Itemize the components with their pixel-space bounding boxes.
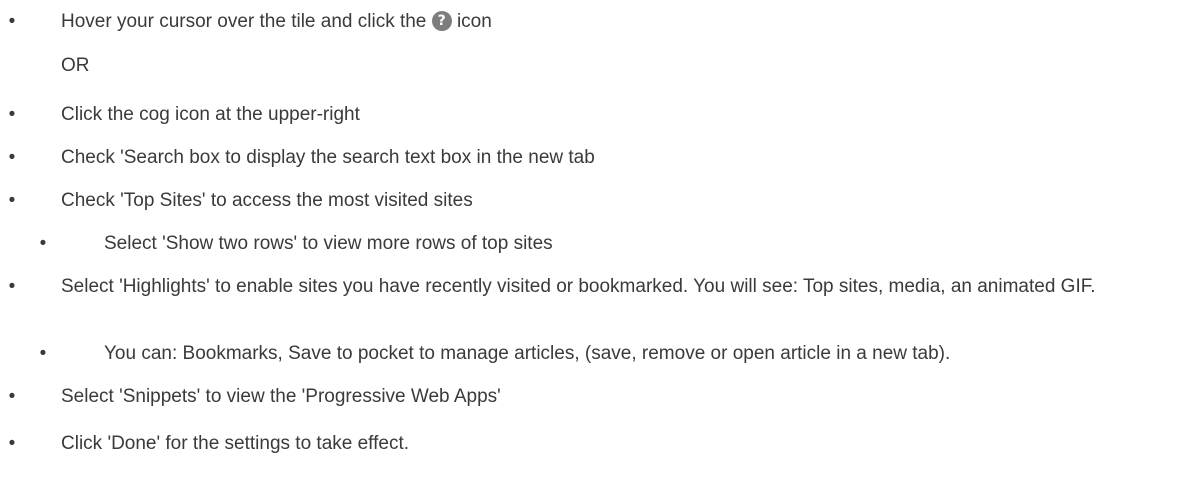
- list-item-text: Select 'Snippets' to view the 'Progressi…: [61, 386, 501, 407]
- list-item-text: Hover your cursor over the tile and clic…: [61, 10, 1181, 34]
- bullet: •: [8, 276, 16, 297]
- list-item-text-before-icon: Hover your cursor over the tile and clic…: [61, 11, 427, 32]
- bullet: •: [8, 190, 16, 211]
- bullet: •: [8, 104, 16, 125]
- sub-list-item-text: You can: Bookmarks, Save to pocket to ma…: [104, 343, 951, 364]
- list-item-text-after-icon: icon: [456, 11, 492, 32]
- bullet: •: [8, 433, 16, 454]
- bullet: •: [8, 386, 16, 407]
- sub-list-item-text: Select 'Show two rows' to view more rows…: [104, 233, 553, 254]
- list-item-text: Check 'Top Sites' to access the most vis…: [61, 190, 473, 211]
- help-icon: ?: [431, 11, 452, 31]
- bullet: •: [8, 11, 16, 32]
- bullet: •: [39, 233, 47, 254]
- bullet: •: [39, 343, 47, 364]
- list-item-text: Check 'Search box to display the search …: [61, 147, 595, 168]
- bullet: •: [8, 147, 16, 168]
- list-item-text: Click 'Done' for the settings to take ef…: [61, 433, 410, 454]
- or-text: OR: [61, 55, 90, 76]
- list-item-text: Select 'Highlights' to enable sites you …: [61, 276, 1096, 297]
- instruction-list: • Hover your cursor over the tile and cl…: [0, 0, 1187, 500]
- list-item-text: Click the cog icon at the upper-right: [61, 104, 360, 125]
